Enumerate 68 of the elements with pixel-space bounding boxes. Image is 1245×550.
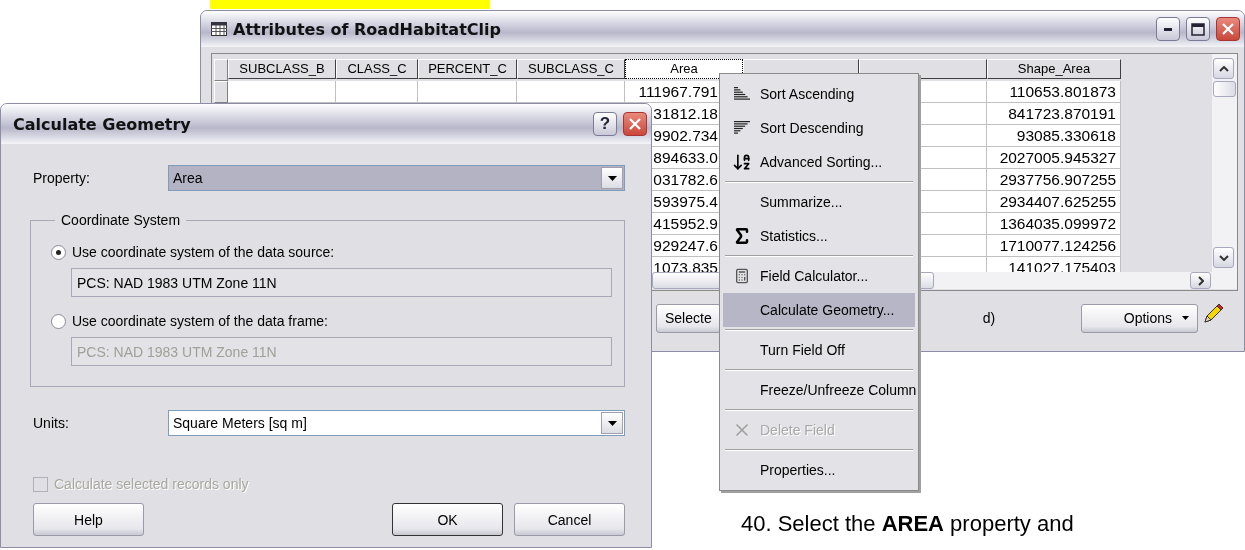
sort-ascending-icon	[732, 87, 751, 101]
vertical-scrollbar[interactable]	[1212, 54, 1237, 272]
close-icon	[1221, 22, 1235, 36]
scroll-right-button[interactable]	[1190, 272, 1211, 289]
caret-icon	[607, 420, 617, 426]
scroll-thumb[interactable]	[1213, 81, 1236, 97]
sort-az-icon	[731, 152, 752, 172]
chevron-right-icon	[1197, 275, 1204, 286]
window-title: Attributes of RoadHabitatClip	[233, 19, 502, 39]
column-header[interactable]: CLASS_C	[336, 59, 418, 79]
dropdown-button[interactable]	[601, 412, 623, 434]
table-cell: 841723.870191	[987, 103, 1121, 125]
scroll-down-button[interactable]	[1213, 247, 1234, 268]
selected-button[interactable]: Selecte	[656, 303, 721, 333]
column-header[interactable]: SUBCLASS_B	[228, 59, 336, 79]
close-button[interactable]	[623, 112, 647, 136]
scroll-up-button[interactable]	[1213, 58, 1234, 79]
close-icon	[628, 117, 642, 131]
radio-label: Use coordinate system of the data frame:	[72, 313, 328, 329]
corner-cell[interactable]	[214, 59, 228, 81]
pencil-icon[interactable]	[1202, 303, 1224, 325]
table-cell: 2027005.945327	[987, 147, 1121, 169]
table-cell: 93085.330618	[987, 125, 1121, 147]
caret-icon	[607, 175, 617, 181]
close-button[interactable]	[1216, 17, 1240, 41]
radio-label: Use coordinate system of the data source:	[72, 244, 335, 260]
dialog-button[interactable]: Help	[33, 503, 144, 536]
status-text: d)	[982, 310, 997, 326]
dropdown-button[interactable]	[601, 167, 623, 189]
checkbox-label: Calculate selected records only	[54, 476, 249, 492]
group-title: Coordinate System	[60, 212, 182, 228]
table-cell: 2934407.625255	[987, 191, 1121, 213]
row-header[interactable]	[214, 81, 228, 103]
menu-item[interactable]: Turn Field Off	[723, 333, 915, 367]
dialog-button[interactable]: OK	[392, 503, 503, 536]
caret-icon	[1182, 316, 1189, 320]
column-header[interactable]: Shape_Area	[987, 59, 1121, 79]
property-dropdown[interactable]: Area	[168, 165, 625, 191]
column-header[interactable]: SUBCLASS_C	[517, 59, 625, 79]
menu-item[interactable]: Calculate Geometry...	[723, 293, 915, 327]
table-cell: 110653.801873	[987, 81, 1121, 103]
table-cell: 2937756.907255	[987, 169, 1121, 191]
chevron-down-icon	[1218, 254, 1229, 261]
dialog-button[interactable]: Cancel	[514, 503, 625, 536]
units-dropdown[interactable]: Square Meters [sq m]	[168, 410, 625, 436]
maximize-icon	[1191, 22, 1205, 36]
table-cell: 1364035.099972	[987, 213, 1121, 235]
minimize-button[interactable]	[1156, 17, 1180, 41]
minimize-icon	[1164, 27, 1172, 31]
property-label: Property:	[33, 170, 91, 186]
table-icon	[211, 22, 227, 36]
coordinate-system-field[interactable]: PCS: NAD 1983 UTM Zone 11N	[71, 268, 612, 297]
instruction-text: 40. Select the AREA property and	[741, 510, 1074, 538]
radio-button[interactable]	[51, 244, 66, 260]
column-header[interactable]: PERCENT_C	[418, 59, 517, 79]
chevron-up-icon	[1218, 65, 1229, 72]
maximize-button[interactable]	[1186, 17, 1210, 41]
menu-item[interactable]: Freeze/Unfreeze Column	[723, 373, 915, 407]
help-button[interactable]: ?	[593, 112, 617, 136]
menu-item[interactable]: Properties...	[723, 453, 915, 487]
dialog-title: Calculate Geometry	[12, 114, 192, 134]
units-label: Units:	[33, 415, 70, 431]
sort-descending-icon	[732, 121, 751, 135]
column-header[interactable]: Area	[625, 59, 743, 79]
menu-item[interactable]: Field Calculator...	[723, 259, 915, 293]
calculator-icon	[733, 268, 750, 284]
table-cell: 1710077.124256	[987, 235, 1121, 257]
options-button[interactable]: Options	[1081, 303, 1198, 333]
